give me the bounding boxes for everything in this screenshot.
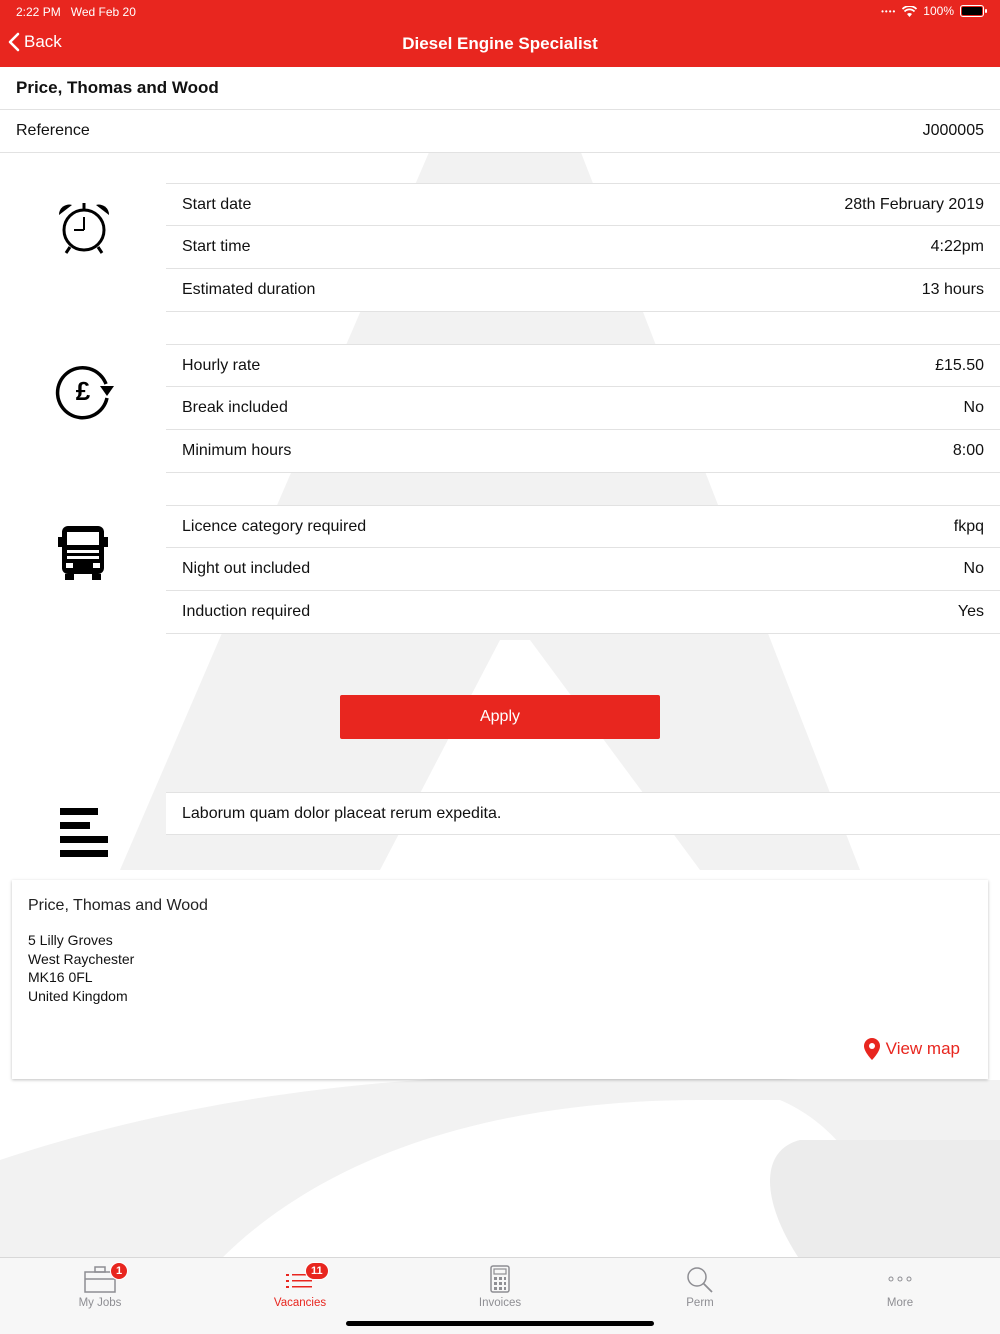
tab-label: Vacancies [273, 1297, 327, 1309]
row-label: Induction required [182, 603, 311, 620]
break-row: Break included No [166, 387, 1000, 430]
row-label: Estimated duration [182, 281, 316, 298]
tab-label: My Jobs [78, 1297, 122, 1309]
address-line: MK16 0FL [28, 969, 93, 985]
company-name: Price, Thomas and Wood [16, 78, 219, 97]
tab-label: Invoices [478, 1297, 522, 1309]
svg-text:£: £ [76, 376, 91, 406]
status-bar-time: 2:22 PM Wed Feb 20 [16, 5, 136, 19]
text-align-icon [60, 808, 108, 857]
start-date-row: Start date 28th February 2019 [166, 183, 1000, 226]
tab-more[interactable]: More [800, 1258, 1000, 1334]
row-label: Hourly rate [182, 356, 261, 374]
row-value: Yes [957, 603, 984, 620]
row-value: fkpq [953, 517, 984, 535]
start-time-row: Start time 4:22pm [166, 226, 1000, 269]
view-map-label: View map [885, 1039, 960, 1058]
row-label: Break included [182, 399, 288, 416]
address-line: West Raychester [28, 950, 135, 967]
search-icon [687, 1267, 713, 1293]
company-row: Price, Thomas and Wood [0, 67, 1000, 110]
address-line: 5 Lilly Groves [28, 932, 113, 948]
page-title: Diesel Engine Specialist [402, 34, 598, 53]
description-section: Laborum quam dolor placeat rerum expedit… [166, 792, 1000, 835]
address-card: Price, Thomas and Wood 5 Lilly Groves We… [12, 880, 988, 1079]
row-value: 4:22pm [930, 238, 984, 255]
apply-button[interactable]: Apply [340, 695, 660, 739]
my-jobs-badge: 1 [110, 1262, 129, 1280]
row-value: No [963, 560, 984, 577]
night-out-row: Night out included No [166, 548, 1000, 591]
nav-header: 2:22 PM Wed Feb 20 •••• 100% Back Diesel… [0, 0, 1000, 67]
row-value: 28th February 2019 [844, 195, 984, 213]
description-row: Laborum quam dolor placeat rerum expedit… [166, 792, 1000, 835]
pay-section: Hourly rate £15.50 Break included No Min… [166, 344, 1000, 473]
row-label: Minimum hours [182, 442, 292, 459]
alarm-clock-icon [58, 203, 110, 254]
view-map-link[interactable]: View map [863, 1038, 960, 1060]
duration-row: Estimated duration 13 hours [166, 269, 1000, 312]
row-label: Start time [182, 238, 251, 255]
row-value: 8:00 [952, 442, 984, 459]
address-company: Price, Thomas and Wood [28, 897, 208, 914]
address-line: United Kingdom [28, 987, 128, 1004]
row-value: £15.50 [935, 356, 984, 374]
home-indicator [346, 1321, 654, 1326]
vacancies-badge: 11 [305, 1262, 329, 1280]
schedule-section: Start date 28th February 2019 Start time… [166, 183, 1000, 312]
requirements-section: Licence category required fkpq Night out… [166, 505, 1000, 634]
pound-rate-icon: £ [55, 366, 114, 420]
licence-row: Licence category required fkpq [166, 505, 1000, 548]
reference-label: Reference [16, 122, 90, 139]
more-icon [888, 1276, 912, 1282]
truck-icon [58, 526, 108, 580]
reference-row: Reference J000005 [0, 110, 1000, 153]
induction-row: Induction required Yes [166, 591, 1000, 634]
description-text: Laborum quam dolor placeat rerum expedit… [182, 804, 502, 822]
tab-label: Perm [686, 1297, 714, 1309]
row-label: Licence category required [182, 517, 367, 535]
calculator-icon [490, 1265, 510, 1293]
minimum-hours-row: Minimum hours 8:00 [166, 430, 1000, 473]
row-value: No [963, 399, 984, 416]
job-summary: Price, Thomas and Wood Reference J000005 [0, 67, 1000, 153]
row-value: 13 hours [921, 281, 984, 298]
battery-icon [960, 5, 987, 17]
reference-value: J000005 [922, 122, 984, 139]
tab-label: More [886, 1297, 914, 1309]
signal-icon: •••• [881, 6, 897, 16]
tab-my-jobs[interactable]: 1 My Jobs [0, 1258, 200, 1334]
wifi-icon [902, 5, 918, 17]
row-label: Start date [182, 195, 252, 213]
row-label: Night out included [182, 560, 311, 577]
status-bar-right: •••• 100% [881, 4, 987, 18]
battery-percent: 100% [923, 4, 954, 18]
address-lines: 5 Lilly Groves West Raychester MK16 0FL … [28, 931, 134, 1005]
hourly-rate-row: Hourly rate £15.50 [166, 344, 1000, 387]
map-pin-icon [863, 1038, 880, 1060]
